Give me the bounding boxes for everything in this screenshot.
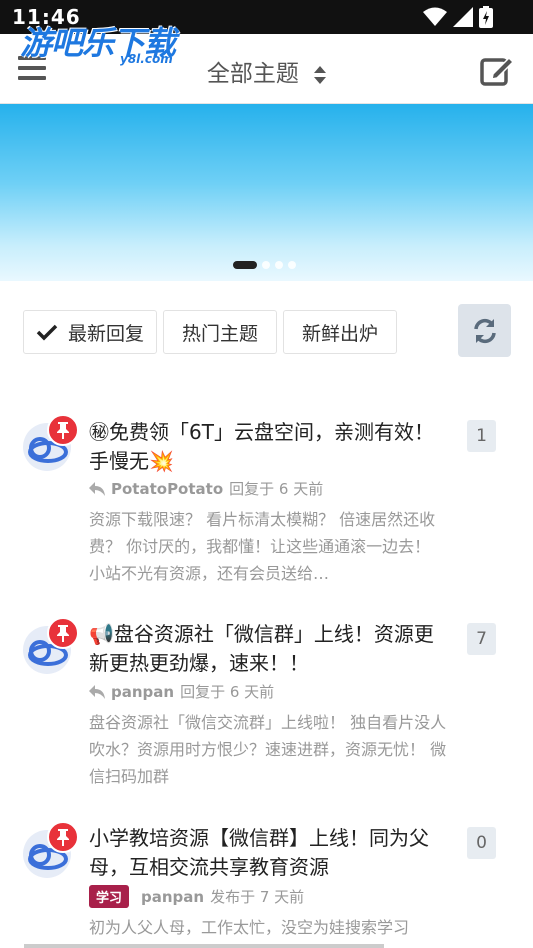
check-icon [36,324,58,341]
sort-tabs: 最新回复 热门主题 新鲜出炉 [23,310,397,354]
tab-label: 新鲜出炉 [301,322,378,345]
reply-count: 0 [467,827,496,859]
refresh-button[interactable] [458,304,511,357]
carousel-indicator [233,261,296,269]
carousel-dot[interactable] [275,261,283,269]
tab-latest-replies[interactable]: 最新回复 [23,310,157,354]
topic-user[interactable]: PotatoPotato [111,480,223,498]
status-icons [423,6,493,28]
bottom-divider [24,944,384,948]
pinned-badge [47,617,79,649]
carousel-dot-active[interactable] [233,261,257,269]
watermark-logo: 游吧乐下载 y8l.com [20,18,176,66]
reply-count: 7 [467,623,496,655]
pin-icon [57,422,69,439]
topic-meta: 学习 panpan 发布于 7 天前 [89,885,304,908]
watermark-subtext: y8l.com [120,52,173,66]
category-tag[interactable]: 学习 [89,885,130,908]
topic-excerpt: 资源下载限速？ 看片标清太模糊？ 倍速居然还收费？ 你讨厌的，我都懂！让这些通通… [89,510,436,583]
topic-excerpt: 初为人父人母，工作太忙，没空为娃搜索学习 [89,918,410,937]
tab-label: 最新回复 [67,322,144,345]
pinned-badge [47,821,79,853]
wifi-icon [423,7,447,26]
battery-icon [479,6,493,28]
reply-icon [89,684,105,699]
refresh-icon [473,318,496,343]
pinned-badge [47,414,79,446]
topic-excerpt: 盘谷资源社「微信交流群」上线啦！ 独自看片没人吹水？资源用时方恨少？速速进群，资… [89,713,447,786]
reply-count: 1 [467,420,496,452]
topic-user[interactable]: panpan [111,683,174,701]
pin-icon [57,829,69,846]
pin-icon [57,625,69,642]
topic-action-time: 发布于 7 天前 [210,888,305,906]
page-title: 全部主题 [206,61,299,87]
tab-hot-topics[interactable]: 热门主题 [163,310,277,354]
banner-carousel[interactable] [0,104,533,281]
carousel-dot[interactable] [288,261,296,269]
reply-icon [89,481,105,496]
tab-newest[interactable]: 新鲜出炉 [283,310,397,354]
topic-action-time: 回复于 6 天前 [229,480,324,498]
topic-meta: panpan 回复于 6 天前 [89,681,274,702]
sort-caret-icon [314,65,327,84]
topic-title[interactable]: 小学教培资源【微信群】上线！同为父母，互相交流共享教育资源 [89,824,439,882]
topic-title[interactable]: 📢盘谷资源社「微信群」上线！资源更新更热更劲爆，速来！！ [89,620,439,678]
topic-title[interactable]: ㊙免费领「6T」云盘空间，亲测有效！手慢无💥 [89,418,439,476]
topic-user[interactable]: panpan [141,888,204,906]
carousel-dot[interactable] [262,261,270,269]
signal-icon [453,7,473,27]
topic-meta: PotatoPotato 回复于 6 天前 [89,478,323,499]
compose-icon[interactable] [479,52,515,88]
tab-label: 热门主题 [181,322,258,345]
topic-action-time: 回复于 6 天前 [180,683,275,701]
